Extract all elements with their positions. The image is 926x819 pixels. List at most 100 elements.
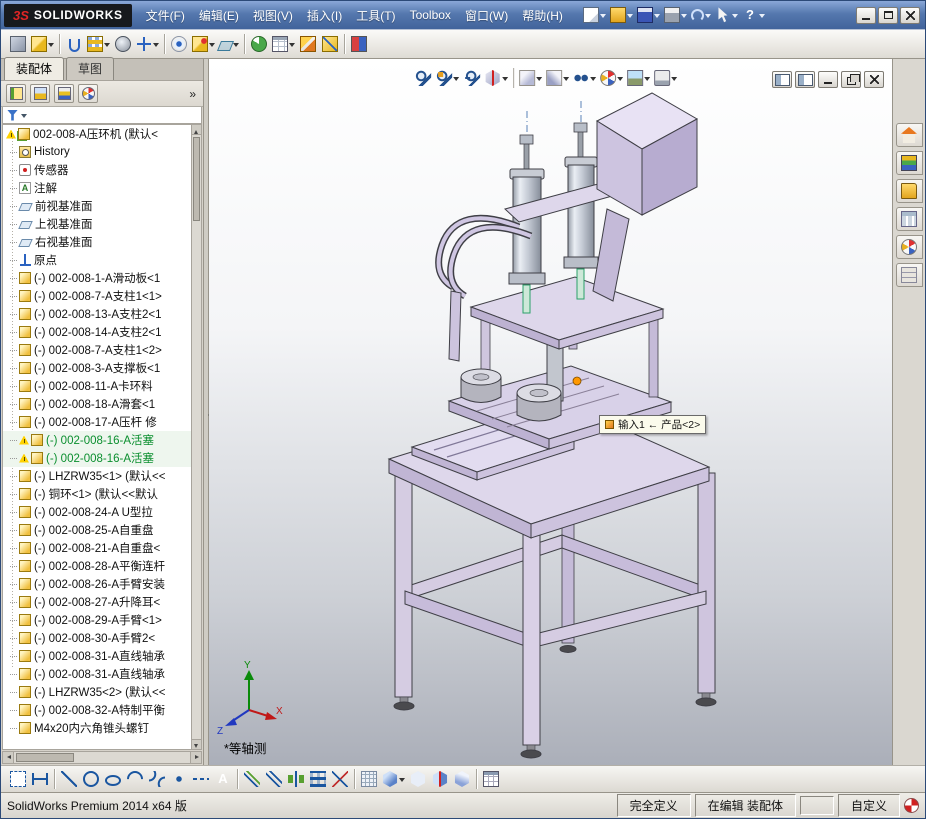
doc-close-button[interactable] bbox=[864, 71, 884, 88]
configurationmanager-tab[interactable] bbox=[54, 84, 74, 103]
previous-view-button[interactable] bbox=[461, 66, 483, 90]
propertymanager-tab[interactable] bbox=[30, 84, 50, 103]
view-palette-button[interactable] bbox=[895, 207, 923, 231]
custom-properties-button[interactable] bbox=[895, 263, 923, 287]
tree-item[interactable]: (-) 002-008-21-A自重盘< bbox=[3, 539, 191, 557]
tab-assembly[interactable]: 装配体 bbox=[4, 57, 65, 80]
undo-button[interactable] bbox=[689, 3, 713, 27]
spline-button[interactable] bbox=[146, 766, 168, 792]
tree-item[interactable]: 右视基准面 bbox=[3, 233, 191, 251]
minimize-button[interactable] bbox=[856, 6, 876, 24]
scroll-left-icon[interactable] bbox=[3, 752, 14, 763]
file-explorer-button[interactable] bbox=[895, 179, 923, 203]
pane-right-button[interactable] bbox=[795, 71, 815, 88]
tree-item[interactable]: 注解 bbox=[3, 179, 191, 197]
linear-component-pattern-button[interactable] bbox=[85, 31, 112, 57]
horizontal-scrollbar[interactable] bbox=[2, 751, 202, 764]
circle-button[interactable] bbox=[80, 766, 102, 792]
tree-item[interactable]: (-) 002-008-18-A滑套<1 bbox=[3, 395, 191, 413]
tree-item[interactable]: (-) LHZRW35<2> (默认<< bbox=[3, 683, 191, 701]
scroll-right-icon[interactable] bbox=[190, 752, 201, 763]
tree-item[interactable]: (-) 002-008-26-A手臂安装 bbox=[3, 575, 191, 593]
tree-item[interactable]: (-) 002-008-16-A活塞 bbox=[3, 431, 191, 449]
move-component-button[interactable] bbox=[134, 31, 161, 57]
menu-window[interactable]: 窗口(W) bbox=[458, 3, 515, 28]
print-button[interactable] bbox=[662, 3, 689, 27]
tree-item[interactable]: (-) 002-008-24-A U型拉 bbox=[3, 503, 191, 521]
scroll-down-icon[interactable] bbox=[192, 739, 201, 749]
linear-sketch-pattern-button[interactable] bbox=[307, 766, 329, 792]
grid-snap-button[interactable] bbox=[358, 766, 380, 792]
tree-item[interactable]: 传感器 bbox=[3, 161, 191, 179]
tree-scrollbar[interactable] bbox=[191, 125, 201, 749]
appearances-scenes-button[interactable] bbox=[895, 235, 923, 259]
design-table-button[interactable] bbox=[480, 766, 502, 792]
menu-toolbox[interactable]: Toolbox bbox=[403, 4, 458, 26]
tree-item[interactable]: (-) 002-008-1-A滑动板<1 bbox=[3, 269, 191, 287]
reference-geometry-button[interactable] bbox=[216, 31, 241, 57]
displaymanager-tab[interactable] bbox=[78, 84, 98, 103]
tree-item[interactable]: (-) 002-008-25-A自重盘 bbox=[3, 521, 191, 539]
menu-edit[interactable]: 编辑(E) bbox=[192, 3, 246, 28]
mirror-entities-button[interactable] bbox=[285, 766, 307, 792]
menu-view[interactable]: 视图(V) bbox=[246, 3, 300, 28]
apply-scene-button[interactable] bbox=[625, 66, 652, 90]
status-custom[interactable]: 自定义 bbox=[837, 794, 900, 817]
tree-item[interactable]: (-) 002-008-3-A支撑板<1 bbox=[3, 359, 191, 377]
open-button[interactable] bbox=[608, 3, 635, 27]
tree-item[interactable]: 002-008-A压环机 (默认< bbox=[3, 125, 191, 143]
solidworks-resources-button[interactable] bbox=[895, 123, 923, 147]
doc-restore-button[interactable] bbox=[841, 71, 861, 88]
menu-tools[interactable]: 工具(T) bbox=[349, 3, 402, 28]
tree-item[interactable]: (-) 002-008-14-A支柱2<1 bbox=[3, 323, 191, 341]
insert-components-button[interactable] bbox=[29, 31, 56, 57]
tree-item[interactable]: (-) 002-008-13-A支柱2<1 bbox=[3, 305, 191, 323]
scroll-up-icon[interactable] bbox=[192, 125, 201, 135]
panel-overflow-chevron[interactable]: » bbox=[189, 87, 198, 101]
maximize-button[interactable] bbox=[878, 6, 898, 24]
menu-insert[interactable]: 插入(I) bbox=[300, 3, 349, 28]
section-cube-button[interactable] bbox=[429, 766, 451, 792]
convert-entities-button[interactable] bbox=[241, 766, 263, 792]
centerline-button[interactable] bbox=[190, 766, 212, 792]
ellipse-button[interactable] bbox=[102, 766, 124, 792]
tree-item[interactable]: (-) 铜环<1> (默认<<默认 bbox=[3, 485, 191, 503]
tree-item[interactable]: (-) 002-008-32-A特制平衡 bbox=[3, 701, 191, 719]
point-button[interactable] bbox=[168, 766, 190, 792]
close-button[interactable] bbox=[900, 6, 920, 24]
offset-entities-button[interactable] bbox=[263, 766, 285, 792]
assembly-features-button[interactable] bbox=[190, 31, 217, 57]
line-button[interactable] bbox=[58, 766, 80, 792]
select-button[interactable] bbox=[713, 3, 740, 27]
sketch-button[interactable] bbox=[7, 766, 29, 792]
show-hidden-components-button[interactable] bbox=[168, 31, 190, 57]
tree-item[interactable]: M4x20内六角锥头螺钉 bbox=[3, 719, 191, 737]
edit-component-button[interactable] bbox=[7, 31, 29, 57]
explode-line-sketch-button[interactable] bbox=[319, 31, 341, 57]
exploded-view-button[interactable] bbox=[297, 31, 319, 57]
save-button[interactable] bbox=[635, 3, 662, 27]
tree-item[interactable]: (-) 002-008-27-A升降耳< bbox=[3, 593, 191, 611]
graphics-area[interactable]: 输入1 ← 产品<2> Y X Z *等轴测 bbox=[209, 59, 892, 765]
isometric-view-button[interactable] bbox=[451, 766, 473, 792]
reference-callout[interactable]: 输入1 ← 产品<2> bbox=[599, 415, 707, 434]
new-motion-study-button[interactable] bbox=[248, 31, 270, 57]
zoom-area-button[interactable] bbox=[434, 66, 461, 90]
help-button[interactable] bbox=[740, 3, 767, 27]
mate-button[interactable] bbox=[63, 31, 85, 57]
tree-item[interactable]: (-) 002-008-29-A手臂<1> bbox=[3, 611, 191, 629]
design-library-button[interactable] bbox=[895, 151, 923, 175]
tree-item[interactable]: (-) 002-008-11-A卡环料 bbox=[3, 377, 191, 395]
section-view-button[interactable] bbox=[483, 66, 510, 90]
filter-icon[interactable] bbox=[7, 109, 18, 121]
new-button[interactable] bbox=[581, 3, 608, 27]
tree-item[interactable]: 上视基准面 bbox=[3, 215, 191, 233]
view-orientation-button[interactable] bbox=[517, 66, 544, 90]
featuremanager-tree-tab[interactable] bbox=[6, 84, 26, 103]
view-settings-button[interactable] bbox=[652, 66, 679, 90]
arc-button[interactable] bbox=[123, 766, 147, 792]
pane-left-button[interactable] bbox=[772, 71, 792, 88]
tree-item[interactable]: 原点 bbox=[3, 251, 191, 269]
bill-of-materials-button[interactable] bbox=[270, 31, 297, 57]
interference-detection-button[interactable] bbox=[348, 31, 370, 57]
